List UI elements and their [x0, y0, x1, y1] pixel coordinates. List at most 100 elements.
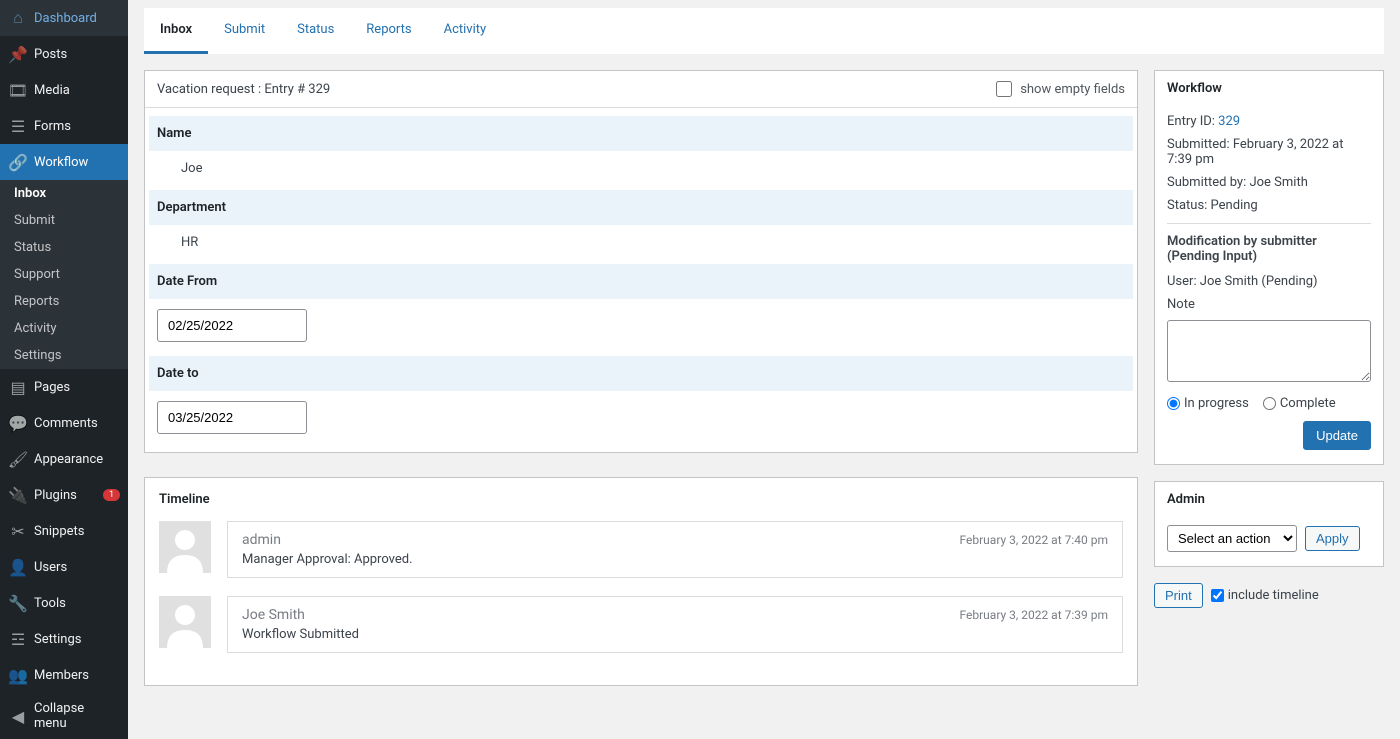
sidebar-item-label: Dashboard: [34, 11, 120, 26]
sidebar-item-plugins[interactable]: 🔌Plugins1: [0, 477, 128, 513]
comment-icon: 💬: [8, 413, 28, 433]
user-icon: 👤: [8, 557, 28, 577]
date-to-input[interactable]: [157, 401, 307, 434]
sidebar-item-settings[interactable]: ☲ Settings: [0, 621, 128, 657]
show-empty-toggle[interactable]: show empty fields: [996, 81, 1125, 97]
sidebar-item-collapse-menu[interactable]: ◀ Collapse menu: [0, 693, 128, 739]
timeline-date: February 3, 2022 at 7:39 pm: [960, 608, 1109, 622]
sidebar-item-label: Snippets: [34, 524, 120, 539]
sidebar-item-label: Forms: [34, 119, 120, 134]
timeline-message: Manager Approval: Approved.: [242, 552, 1108, 567]
admin-box-title: Admin: [1155, 482, 1383, 517]
scissors-icon: ✂: [8, 521, 28, 541]
sidebar-item-label: Appearance: [34, 452, 120, 467]
sidebar-item-label: Pages: [34, 380, 120, 395]
tab-inbox[interactable]: Inbox: [144, 8, 208, 54]
department-header: Department: [149, 190, 1133, 225]
forms-icon: ☰: [8, 116, 28, 136]
note-textarea[interactable]: [1167, 320, 1371, 382]
sidebar-item-members[interactable]: 👥 Members: [0, 657, 128, 693]
timeline-user: Joe Smith: [242, 607, 305, 623]
sidebar-item-pages[interactable]: ▤Pages: [0, 369, 128, 405]
brush-icon: 🖌: [8, 449, 28, 469]
date-from-header: Date From: [149, 264, 1133, 299]
submenu-item-status[interactable]: Status: [0, 234, 128, 261]
timeline-date: February 3, 2022 at 7:40 pm: [960, 533, 1109, 547]
date-from-input[interactable]: [157, 309, 307, 342]
submitted-row: Submitted: February 3, 2022 at 7:39 pm: [1167, 137, 1371, 167]
department-value: HR: [149, 225, 1133, 260]
sidebar-item-label: Collapse menu: [34, 701, 120, 731]
show-empty-checkbox[interactable]: [996, 81, 1012, 97]
entry-title: Vacation request : Entry # 329: [157, 82, 330, 97]
submenu-item-support[interactable]: Support: [0, 261, 128, 288]
submenu-item-reports[interactable]: Reports: [0, 288, 128, 315]
sidebar-item-label: Members: [34, 668, 120, 683]
sidebar-item-comments[interactable]: 💬 Comments: [0, 405, 128, 441]
radio-complete-input[interactable]: [1263, 397, 1276, 410]
modification-title: Modification by submitter (Pending Input…: [1167, 234, 1371, 264]
sidebar-item-label: Settings: [34, 632, 120, 647]
link-icon: 🔗: [8, 152, 28, 172]
timeline-item: adminFebruary 3, 2022 at 7:40 pmManager …: [159, 521, 1123, 578]
action-select[interactable]: Select an action: [1167, 525, 1297, 552]
entry-id-link[interactable]: 329: [1218, 114, 1240, 129]
sidebar-item-forms[interactable]: ☰ Forms: [0, 108, 128, 144]
wrench-icon: 🔧: [8, 593, 28, 613]
submenu-item-submit[interactable]: Submit: [0, 207, 128, 234]
plugin-update-badge: 1: [103, 489, 120, 501]
timeline-title: Timeline: [159, 492, 1123, 507]
tab-submit[interactable]: Submit: [208, 8, 281, 54]
tab-reports[interactable]: Reports: [350, 8, 427, 54]
entry-panel: Vacation request : Entry # 329 show empt…: [144, 70, 1138, 453]
collapse-icon: ◀: [8, 706, 28, 726]
admin-box: Admin Select an action Apply: [1154, 481, 1384, 567]
workflow-submenu: InboxSubmitStatusSupportReportsActivityS…: [0, 180, 128, 369]
tab-status[interactable]: Status: [281, 8, 350, 54]
pin-icon: 📌: [8, 44, 28, 64]
sidebar-item-label: Comments: [34, 416, 120, 431]
include-timeline-checkbox[interactable]: [1211, 589, 1224, 602]
apply-button[interactable]: Apply: [1305, 526, 1360, 551]
sidebar-item-workflow[interactable]: 🔗 Workflow: [0, 144, 128, 180]
admin-content: InboxSubmitStatusReportsActivity Vacatio…: [128, 0, 1400, 739]
update-button[interactable]: Update: [1303, 421, 1371, 450]
sidebar-item-label: Tools: [34, 596, 120, 611]
dashboard-icon: ⌂: [8, 8, 28, 28]
timeline-entry-box: adminFebruary 3, 2022 at 7:40 pmManager …: [227, 521, 1123, 578]
workflow-box-title: Workflow: [1155, 71, 1383, 106]
media-icon: 🎞: [8, 80, 28, 100]
sidebar-item-label: Posts: [34, 47, 120, 62]
include-timeline-toggle[interactable]: include timeline: [1211, 588, 1319, 603]
print-button[interactable]: Print: [1154, 583, 1203, 608]
sidebar-item-posts[interactable]: 📌 Posts: [0, 36, 128, 72]
sidebar-item-label: Users: [34, 560, 120, 575]
group-icon: 👥: [8, 665, 28, 685]
sidebar-item-label: Media: [34, 83, 120, 98]
submenu-item-inbox[interactable]: Inbox: [0, 180, 128, 207]
radio-complete[interactable]: Complete: [1263, 396, 1336, 411]
sidebar-item-label: Workflow: [34, 155, 120, 170]
workflow-box: Workflow Entry ID: 329 Submitted: Februa…: [1154, 70, 1384, 465]
radio-in-progress-input[interactable]: [1167, 397, 1180, 410]
note-label: Note: [1167, 297, 1371, 312]
sidebar-item-snippets[interactable]: ✂ Snippets: [0, 513, 128, 549]
sidebar-item-media[interactable]: 🎞 Media: [0, 72, 128, 108]
sliders-icon: ☲: [8, 629, 28, 649]
submenu-item-activity[interactable]: Activity: [0, 315, 128, 342]
sidebar-item-appearance[interactable]: 🖌 Appearance: [0, 441, 128, 477]
sidebar-item-dashboard[interactable]: ⌂ Dashboard: [0, 0, 128, 36]
sidebar-item-tools[interactable]: 🔧 Tools: [0, 585, 128, 621]
sidebar-item-label: Plugins: [34, 488, 99, 503]
avatar: [159, 596, 211, 648]
name-header: Name: [149, 116, 1133, 151]
admin-sidebar: ⌂ Dashboard 📌 Posts 🎞 Media ☰ Forms 🔗 Workflow Inb…: [0, 0, 128, 739]
name-value: Joe: [149, 151, 1133, 186]
sidebar-item-users[interactable]: 👤 Users: [0, 549, 128, 585]
status-row: Status: Pending: [1167, 198, 1371, 213]
submenu-item-settings[interactable]: Settings: [0, 342, 128, 369]
user-row: User: Joe Smith (Pending): [1167, 274, 1371, 289]
tab-activity[interactable]: Activity: [428, 8, 503, 54]
radio-in-progress[interactable]: In progress: [1167, 396, 1249, 411]
submitted-by-row: Submitted by: Joe Smith: [1167, 175, 1371, 190]
